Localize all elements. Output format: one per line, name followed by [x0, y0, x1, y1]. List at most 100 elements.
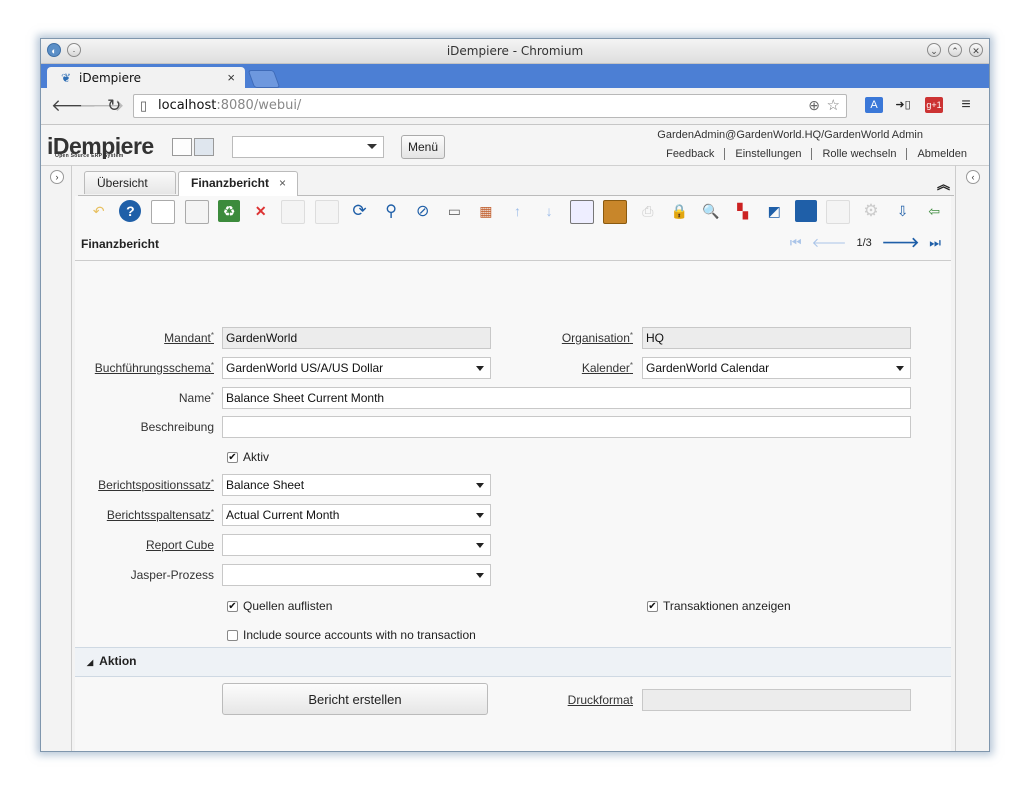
print-icon[interactable]: ⎙ [637, 200, 659, 222]
zoom-icon[interactable]: ⊕ [808, 97, 820, 114]
archive-icon[interactable] [603, 200, 628, 224]
window-tabs: Übersicht (4) Finanzbericht × ︽ [78, 169, 954, 212]
copy-record-icon[interactable] [184, 200, 209, 224]
chevron-down-icon [476, 483, 484, 488]
new-window-icon[interactable] [172, 138, 192, 156]
header-links: Feedback Einstellungen Rolle wechseln Ab… [656, 148, 977, 160]
minimize-icon[interactable]: ⌄ [927, 43, 941, 57]
druckformat-field [642, 689, 911, 711]
open-window-icon[interactable] [194, 138, 214, 156]
customize-icon[interactable]: ⚙ [860, 200, 882, 222]
close-tab-icon[interactable]: × [227, 70, 235, 85]
attachment-icon[interactable]: ⊘ [412, 200, 434, 222]
product-info-icon[interactable] [794, 200, 817, 222]
file-import-icon[interactable]: ⇩ [892, 200, 914, 222]
first-record-icon[interactable]: ⏮ [790, 235, 802, 251]
global-search-input[interactable] [232, 136, 384, 158]
divider [71, 165, 72, 751]
report-icon[interactable] [569, 200, 594, 224]
cast-icon[interactable]: ➜▯ [894, 97, 912, 113]
report-cube-select[interactable] [222, 534, 491, 556]
arrow-down-icon[interactable]: ↓ [538, 200, 560, 222]
report-cube-label[interactable]: Report Cube [75, 538, 214, 552]
quellen-checkbox[interactable]: ✔ Quellen auflisten [227, 599, 332, 613]
close-icon[interactable]: ✕ [969, 43, 983, 57]
address-bar[interactable]: ▯ localhost:8080/webui/ ⊕ ☆ [133, 94, 847, 118]
name-label: Name* [178, 391, 214, 405]
lock-icon[interactable]: 🔒 [668, 200, 690, 222]
druckformat-label[interactable]: Druckformat [525, 693, 633, 707]
mandant-field: GardenWorld [222, 327, 491, 349]
kalender-select[interactable]: GardenWorld Calendar [642, 357, 911, 379]
arrow-up-icon[interactable]: ↑ [507, 200, 529, 222]
beschreibung-input[interactable] [222, 416, 911, 438]
schema-label[interactable]: Buchführungsschema* [75, 361, 214, 375]
next-record-icon[interactable]: 🡒 [882, 234, 920, 251]
delete-icon[interactable]: ♻ [218, 200, 241, 222]
save-icon[interactable] [281, 200, 306, 224]
grid-toggle-icon[interactable]: ▦ [475, 200, 497, 222]
bookmark-star-icon[interactable]: ☆ [827, 96, 840, 114]
tab-label: Finanzbericht [191, 176, 270, 190]
previous-record-icon[interactable]: 🡐 [812, 235, 847, 251]
positionssatz-label[interactable]: Berichtspositionssatz* [75, 478, 214, 492]
jasper-select[interactable] [222, 564, 491, 586]
post-icon[interactable]: ⇦ [923, 200, 945, 222]
delete-selection-icon[interactable]: ✕ [250, 200, 272, 222]
feedback-link[interactable]: Feedback [656, 148, 724, 160]
find-icon[interactable]: ⚲ [380, 200, 402, 222]
organisation-label[interactable]: Organisation* [525, 331, 633, 345]
schema-select[interactable]: GardenWorld US/A/US Dollar [222, 357, 491, 379]
name-input[interactable]: Balance Sheet Current Month [222, 387, 911, 409]
browser-tab[interactable]: ❦ iDempiere × [47, 67, 245, 88]
active-workflows-icon[interactable]: ▚ [732, 200, 754, 222]
section-aktion[interactable]: ◢ Aktion [75, 647, 951, 677]
title-bar: ◐ · iDempiere - Chromium ⌄ ⌃ ✕ [41, 39, 989, 64]
kalender-label[interactable]: Kalender* [525, 361, 633, 375]
zoom-across-icon[interactable]: 🔍 [700, 200, 722, 222]
expand-left-panel-icon[interactable]: › [50, 170, 64, 184]
refresh-icon[interactable]: ⟳ [349, 200, 371, 222]
include-accounts-checkbox[interactable]: Include source accounts with no transact… [227, 628, 476, 642]
mandant-label[interactable]: Mandant* [75, 331, 214, 345]
logout-link[interactable]: Abmelden [906, 148, 977, 160]
reload-icon[interactable]: ↻ [107, 96, 121, 116]
triangle-down-icon: ◢ [87, 658, 94, 667]
google-plus-icon[interactable]: g+1 [925, 97, 943, 113]
menu-button[interactable]: Menü [401, 135, 445, 159]
checkbox-checked-icon: ✔ [227, 600, 238, 612]
user-info[interactable]: GardenAdmin@GardenWorld.HQ/GardenWorld A… [657, 129, 923, 141]
record-navigator: ⏮ 🡐 1/3 🡒 ⏭ [790, 234, 941, 251]
export-icon[interactable] [826, 200, 851, 224]
expand-right-panel-icon[interactable]: ‹ [966, 170, 980, 184]
help-icon[interactable]: ? [119, 200, 142, 222]
undo-icon[interactable]: ↶ [88, 200, 110, 222]
request-icon[interactable]: ◩ [763, 200, 785, 222]
checkbox-checked-icon: ✔ [227, 451, 238, 463]
chat-icon[interactable]: ▭ [443, 200, 465, 222]
idempiere-favicon-icon: ❦ [61, 71, 72, 85]
translate-icon[interactable]: A [865, 97, 883, 113]
transaktionen-checkbox[interactable]: ✔ Transaktionen anzeigen [647, 599, 791, 613]
browser-window: ◐ · iDempiere - Chromium ⌄ ⌃ ✕ ❦ iDempie… [40, 38, 990, 752]
close-tab-icon[interactable]: × [279, 176, 286, 190]
change-role-link[interactable]: Rolle wechseln [811, 148, 906, 160]
positionssatz-select[interactable]: Balance Sheet [222, 474, 491, 496]
spaltensatz-select[interactable]: Actual Current Month [222, 504, 491, 526]
last-record-icon[interactable]: ⏭ [929, 235, 941, 251]
new-record-icon[interactable] [150, 200, 175, 224]
aktiv-checkbox[interactable]: ✔ Aktiv [227, 450, 269, 464]
preferences-link[interactable]: Einstellungen [724, 148, 811, 160]
save-new-icon[interactable] [314, 200, 339, 224]
tab-finanzbericht[interactable]: Finanzbericht × [178, 171, 298, 196]
spaltensatz-label[interactable]: Berichtsspaltensatz* [75, 508, 214, 522]
bericht-erstellen-button[interactable]: Bericht erstellen [222, 683, 488, 715]
new-tab-button[interactable] [247, 70, 281, 88]
browser-tab-strip: ❦ iDempiere × [41, 64, 989, 88]
chrome-menu-icon[interactable]: ≡ [957, 97, 975, 113]
record-counter: 1/3 [856, 236, 872, 249]
tab-overview[interactable]: Übersicht (4) [84, 171, 176, 212]
maximize-icon[interactable]: ⌃ [948, 43, 962, 57]
form-title: Finanzbericht [81, 237, 160, 251]
collapse-icon[interactable]: ︽ [937, 174, 950, 193]
